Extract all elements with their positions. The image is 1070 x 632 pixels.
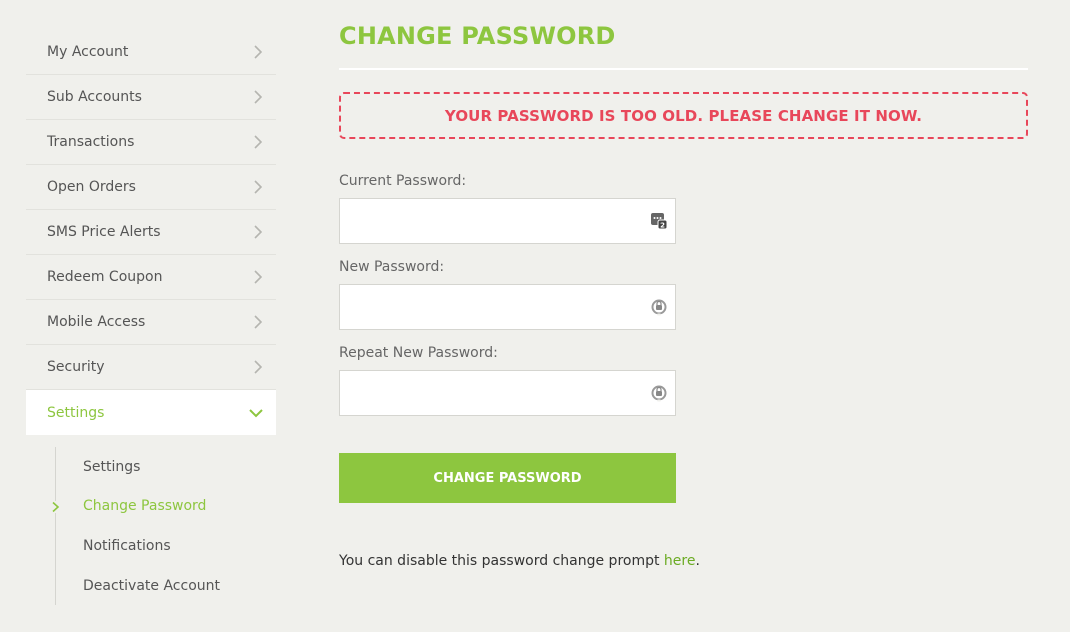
chevron-right-icon: [51, 500, 61, 513]
sidebar-item-open-orders[interactable]: Open Orders: [26, 165, 276, 210]
chevron-right-icon: [252, 90, 264, 104]
subnav-item-label: Settings: [83, 458, 141, 475]
new-password-input[interactable]: [340, 285, 675, 329]
password-manager-icon[interactable]: 2: [650, 212, 668, 230]
note-text: You can disable this password change pro…: [339, 553, 664, 569]
subnav-item-change-password[interactable]: Change Password: [51, 487, 276, 527]
sidebar-item-label: Sub Accounts: [47, 89, 142, 105]
subnav-item-deactivate-account[interactable]: Deactivate Account: [56, 566, 276, 606]
repeat-password-input[interactable]: [340, 371, 675, 415]
note-suffix: .: [695, 553, 700, 569]
chevron-right-icon: [252, 225, 264, 239]
sidebar-item-settings[interactable]: Settings: [26, 390, 276, 435]
sidebar-item-redeem-coupon[interactable]: Redeem Coupon: [26, 255, 276, 300]
sidebar-item-label: My Account: [47, 44, 129, 60]
sidebar-item-transactions[interactable]: Transactions: [26, 120, 276, 165]
sidebar-item-label: Mobile Access: [47, 314, 146, 330]
sidebar-item-security[interactable]: Security: [26, 345, 276, 390]
chevron-right-icon: [252, 135, 264, 149]
sidebar-item-label: Transactions: [47, 134, 135, 150]
subnav-item-notifications[interactable]: Notifications: [56, 526, 276, 566]
alert-text: YOUR PASSWORD IS TOO OLD. PLEASE CHANGE …: [444, 106, 923, 125]
sidebar-item-label: Settings: [47, 404, 105, 421]
change-password-button[interactable]: CHANGE PASSWORD: [339, 453, 676, 503]
sidebar-item-mobile-access[interactable]: Mobile Access: [26, 300, 276, 345]
chevron-right-icon: [252, 180, 264, 194]
sidebar-item-label: SMS Price Alerts: [47, 224, 161, 240]
title-divider: [339, 68, 1028, 70]
disable-prompt-link[interactable]: here: [664, 553, 696, 569]
sidebar-item-label: Security: [47, 359, 105, 375]
sidebar-item-my-account[interactable]: My Account: [26, 30, 276, 75]
chevron-right-icon: [252, 360, 264, 374]
subnav-item-label: Change Password: [83, 498, 207, 515]
subnav-item-settings[interactable]: Settings: [56, 447, 276, 487]
sidebar-item-sms-price-alerts[interactable]: SMS Price Alerts: [26, 210, 276, 255]
new-password-label: New Password:: [339, 259, 445, 275]
current-password-input[interactable]: [340, 199, 675, 243]
key-icon[interactable]: [650, 384, 668, 402]
svg-text:2: 2: [660, 222, 665, 230]
sidebar-item-sub-accounts[interactable]: Sub Accounts: [26, 75, 276, 120]
subnav-item-label: Notifications: [83, 537, 171, 554]
chevron-down-icon: [248, 406, 264, 420]
main-content: CHANGE PASSWORD YOUR PASSWORD IS TOO OLD…: [339, 22, 1028, 569]
password-expired-alert: YOUR PASSWORD IS TOO OLD. PLEASE CHANGE …: [339, 92, 1028, 139]
repeat-password-field-wrapper: [339, 370, 676, 416]
sidebar-item-label: Open Orders: [47, 179, 136, 195]
new-password-field-wrapper: [339, 284, 676, 330]
current-password-label: Current Password:: [339, 173, 467, 189]
sidebar: My Account Sub Accounts Transactions Ope…: [26, 30, 276, 606]
repeat-password-label: Repeat New Password:: [339, 345, 498, 361]
disable-prompt-note: You can disable this password change pro…: [339, 553, 1028, 569]
page-title: CHANGE PASSWORD: [339, 22, 616, 50]
subnav-item-label: Deactivate Account: [83, 577, 220, 594]
settings-subnav: Settings Change Password Notifications D…: [51, 447, 276, 606]
chevron-right-icon: [252, 270, 264, 284]
chevron-right-icon: [252, 315, 264, 329]
current-password-field-wrapper: 2: [339, 198, 676, 244]
key-icon[interactable]: [650, 298, 668, 316]
chevron-right-icon: [252, 45, 264, 59]
sidebar-item-label: Redeem Coupon: [47, 269, 163, 285]
